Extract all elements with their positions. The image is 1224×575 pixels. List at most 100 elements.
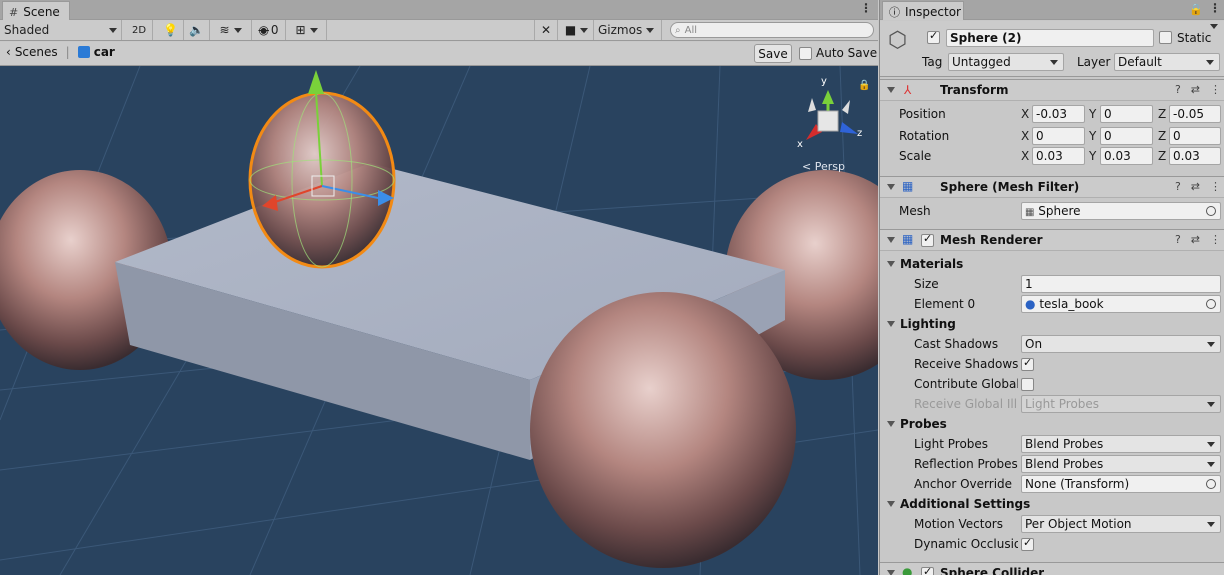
inspector-menu-icon[interactable]: ⋮: [1209, 2, 1221, 16]
foldout-arrow-icon[interactable]: [887, 421, 895, 431]
scale-z-field[interactable]: 0.03: [1169, 147, 1221, 165]
rotation-x-label[interactable]: X: [1021, 129, 1029, 143]
scene-menu-icon[interactable]: ⋮: [860, 2, 872, 16]
receive-shadows-checkbox[interactable]: [1021, 356, 1034, 371]
scene-panel: # Scene ⋮ Shaded 2D 💡 🔈 ≋ ◉ 0 ⊞ ✕ ■ Gizm…: [0, 0, 878, 575]
rotation-x-field[interactable]: 0: [1032, 127, 1085, 145]
layer-dropdown[interactable]: Default: [1114, 53, 1220, 71]
position-y-field[interactable]: 0: [1100, 105, 1153, 123]
static-dropdown-icon[interactable]: [1206, 29, 1218, 43]
position-x-field[interactable]: -0.03: [1032, 105, 1085, 123]
help-icon[interactable]: ?: [1175, 180, 1181, 193]
lock-icon[interactable]: 🔒: [858, 79, 870, 91]
scale-label: Scale: [899, 149, 932, 163]
presets-icon[interactable]: ⇄: [1191, 83, 1200, 96]
save-button[interactable]: Save: [754, 44, 792, 63]
projection-label[interactable]: < Persp: [802, 160, 845, 173]
auto-save-checkbox[interactable]: [799, 46, 812, 60]
transform-header[interactable]: ⅄ Transform ? ⇄ ⋮: [880, 79, 1224, 101]
foldout-arrow-icon[interactable]: [887, 321, 895, 331]
gizmos-dropdown[interactable]: Gizmos: [596, 20, 662, 40]
sphere-collider-header[interactable]: ● Sphere Collider: [880, 562, 1224, 575]
foldout-arrow-icon[interactable]: [887, 184, 895, 194]
scale-y-field[interactable]: 0.03: [1100, 147, 1153, 165]
foldout-arrow-icon[interactable]: [887, 261, 895, 271]
materials-label: Materials: [900, 257, 964, 271]
component-menu-icon[interactable]: ⋮: [1210, 180, 1221, 193]
size-field[interactable]: 1: [1021, 275, 1221, 293]
lock-icon[interactable]: 🔒: [1189, 3, 1203, 16]
position-y-value: 0: [1104, 107, 1112, 121]
effects-dropdown-icon[interactable]: ≋: [210, 20, 252, 40]
sphere-collider-enabled-checkbox[interactable]: [921, 565, 934, 575]
presets-icon[interactable]: ⇄: [1191, 233, 1200, 246]
contribute-gi-checkbox[interactable]: [1021, 378, 1034, 391]
scale-z-label[interactable]: Z: [1158, 149, 1166, 163]
foldout-arrow-icon[interactable]: [887, 87, 895, 97]
help-icon[interactable]: ?: [1175, 83, 1181, 96]
hidden-objects-toggle[interactable]: ◉ 0: [252, 20, 286, 40]
component-menu-icon[interactable]: ⋮: [1210, 233, 1221, 246]
element0-object-field[interactable]: ● tesla_book: [1021, 295, 1221, 313]
rotation-z-label[interactable]: Z: [1158, 129, 1166, 143]
scene-toolbar: Shaded 2D 💡 🔈 ≋ ◉ 0 ⊞ ✕ ■ Gizmos ⌕ All: [0, 20, 878, 41]
mesh-object-field[interactable]: ▦ Sphere: [1021, 202, 1221, 220]
help-icon[interactable]: ?: [1175, 233, 1181, 246]
material-icon: ●: [1025, 297, 1036, 311]
tag-dropdown[interactable]: Untagged: [948, 53, 1064, 71]
reflection-probes-dropdown[interactable]: Blend Probes: [1021, 455, 1221, 473]
position-z-label[interactable]: Z: [1158, 107, 1166, 121]
scale-x-field[interactable]: 0.03: [1032, 147, 1085, 165]
mesh-renderer-enabled-checkbox[interactable]: [921, 232, 934, 247]
probes-foldout[interactable]: Probes: [880, 414, 1224, 434]
shading-mode-dropdown[interactable]: Shaded: [0, 20, 122, 40]
presets-icon[interactable]: ⇄: [1191, 180, 1200, 193]
motion-vectors-dropdown[interactable]: Per Object Motion: [1021, 515, 1221, 533]
materials-foldout[interactable]: Materials: [880, 254, 1224, 274]
breadcrumb-current[interactable]: car: [94, 45, 115, 59]
position-x-label[interactable]: X: [1021, 107, 1029, 121]
tab-scene[interactable]: # Scene: [2, 1, 70, 20]
toggle-2d-button[interactable]: 2D: [126, 20, 153, 40]
auto-save-toggle[interactable]: Auto Save: [799, 46, 877, 60]
cast-shadows-dropdown[interactable]: On: [1021, 335, 1221, 353]
scale-y-label[interactable]: Y: [1089, 149, 1096, 163]
contribute-gi-label: Contribute Global I: [914, 377, 1018, 391]
audio-toggle-icon[interactable]: 🔈: [184, 20, 210, 40]
dynamic-occlusion-checkbox[interactable]: [1021, 536, 1034, 551]
active-checkbox[interactable]: [927, 29, 940, 44]
position-y-label[interactable]: Y: [1089, 107, 1096, 121]
rotation-y-field[interactable]: 0: [1100, 127, 1153, 145]
inspector-tabbar: ⓘ Inspector 🔒 ⋮: [880, 0, 1224, 20]
light-probes-value: Blend Probes: [1025, 437, 1104, 451]
scene-search-input[interactable]: ⌕ All: [670, 22, 874, 38]
anchor-override-field[interactable]: None (Transform): [1021, 475, 1221, 493]
static-checkbox[interactable]: [1159, 31, 1172, 44]
mesh-renderer-header[interactable]: ▦ Mesh Renderer ? ⇄ ⋮: [880, 229, 1224, 251]
light-probes-dropdown[interactable]: Blend Probes: [1021, 435, 1221, 453]
lighting-toggle-icon[interactable]: 💡: [158, 20, 184, 40]
scene-viewport[interactable]: y x z < Persp 🔒: [0, 66, 878, 575]
breadcrumb-scenes[interactable]: Scenes: [15, 45, 58, 59]
rotation-y-label[interactable]: Y: [1089, 129, 1096, 143]
foldout-arrow-icon[interactable]: [887, 570, 895, 575]
tools-icon[interactable]: ✕: [534, 20, 558, 40]
rotation-z-field[interactable]: 0: [1169, 127, 1221, 145]
wheel-sphere-front[interactable]: [530, 292, 796, 568]
grid-snap-dropdown-icon[interactable]: ⊞: [287, 20, 327, 40]
motion-vectors-label: Motion Vectors: [914, 517, 1003, 531]
position-z-field[interactable]: -0.05: [1169, 105, 1221, 123]
object-name-field[interactable]: Sphere (2): [946, 29, 1154, 47]
lighting-foldout[interactable]: Lighting: [880, 314, 1224, 334]
additional-settings-foldout[interactable]: Additional Settings: [880, 494, 1224, 514]
mesh-filter-header[interactable]: ▦ Sphere (Mesh Filter) ? ⇄ ⋮: [880, 176, 1224, 198]
orientation-gizmo[interactable]: [806, 90, 858, 140]
receive-gi-row: Receive Global Illu Light Probes: [880, 394, 1224, 414]
tab-inspector[interactable]: ⓘ Inspector: [882, 1, 964, 20]
camera-dropdown-icon[interactable]: ■: [560, 20, 594, 40]
foldout-arrow-icon[interactable]: [887, 501, 895, 511]
foldout-arrow-icon[interactable]: [887, 237, 895, 247]
scale-x-label[interactable]: X: [1021, 149, 1029, 163]
component-menu-icon[interactable]: ⋮: [1210, 83, 1221, 96]
anchor-override-label: Anchor Override: [914, 477, 1013, 491]
